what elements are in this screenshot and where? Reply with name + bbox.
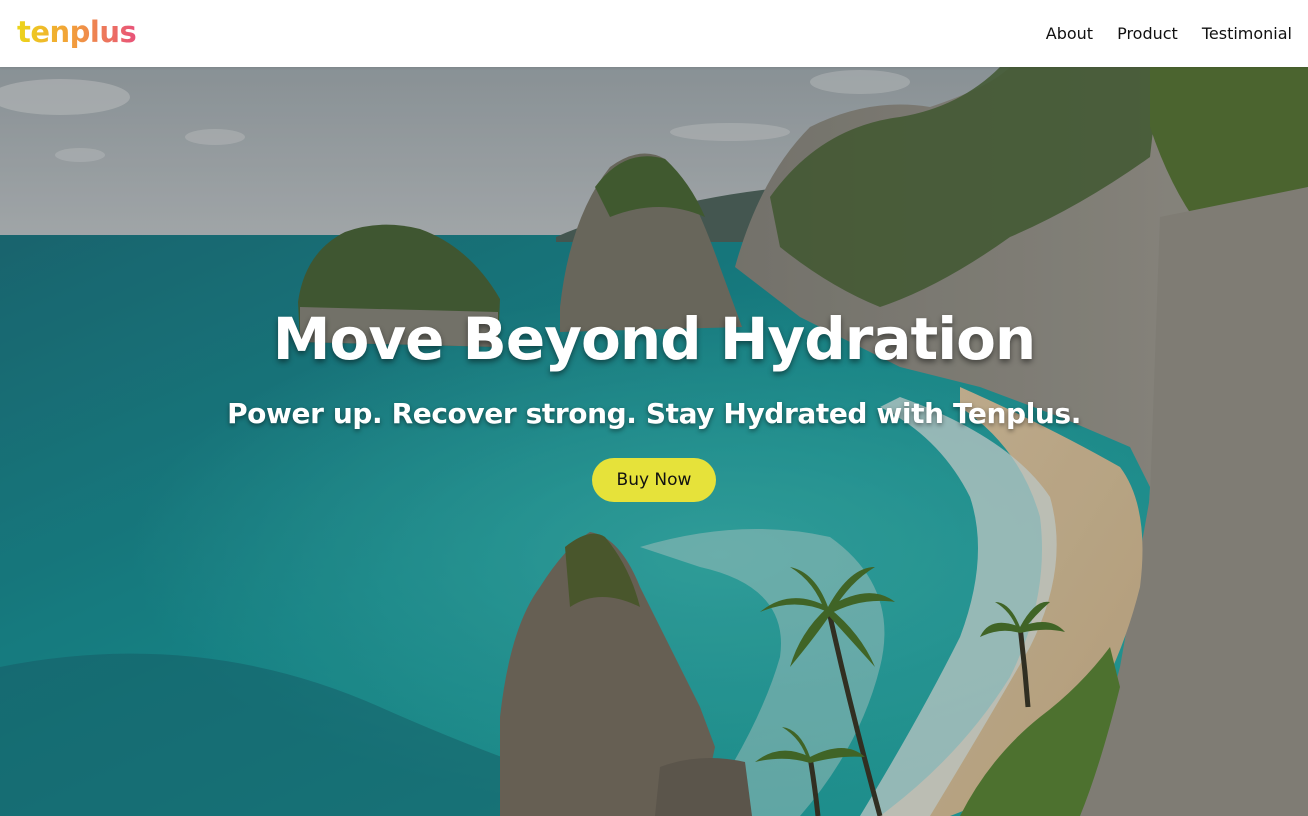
brand-logo[interactable]: tenplus <box>17 17 137 50</box>
hero-title: Move Beyond Hydration <box>272 305 1036 373</box>
site-header: tenplus About Product Testimonial <box>0 0 1308 67</box>
hero-section: Move Beyond Hydration Power up. Recover … <box>0 67 1308 816</box>
nav-link-product[interactable]: Product <box>1117 24 1178 43</box>
hero-content: Move Beyond Hydration Power up. Recover … <box>0 67 1308 816</box>
nav-link-testimonial[interactable]: Testimonial <box>1202 24 1292 43</box>
buy-now-button[interactable]: Buy Now <box>592 458 716 502</box>
hero-subtitle: Power up. Recover strong. Stay Hydrated … <box>227 397 1081 430</box>
nav-link-about[interactable]: About <box>1046 24 1093 43</box>
main-nav: About Product Testimonial <box>1046 24 1292 43</box>
